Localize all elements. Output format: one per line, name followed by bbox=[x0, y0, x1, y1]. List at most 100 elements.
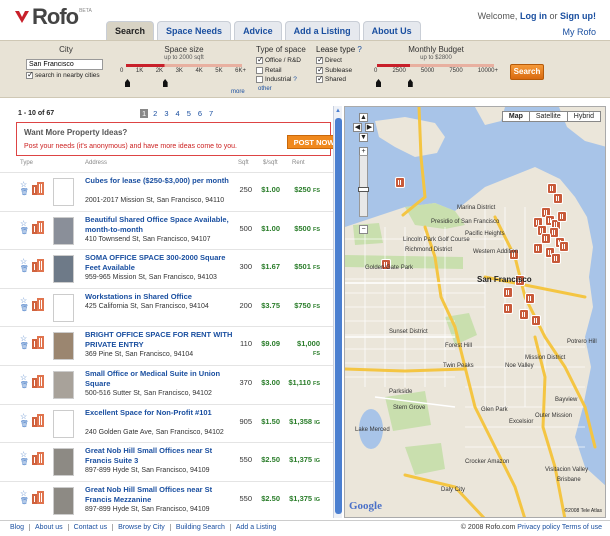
check-box[interactable] bbox=[256, 67, 263, 74]
favorite-star-icon[interactable]: ☆ bbox=[20, 181, 30, 189]
scroll-up-icon[interactable]: ▲ bbox=[334, 107, 342, 115]
other-link[interactable]: other bbox=[258, 86, 272, 92]
trash-icon[interactable]: 🗑 bbox=[20, 343, 30, 351]
type-retail-checkbox[interactable]: Retail bbox=[256, 67, 282, 74]
tab-about-us[interactable]: About Us bbox=[362, 21, 421, 40]
footer-link-building-search[interactable]: Building Search bbox=[176, 524, 231, 531]
tab-space-needs[interactable]: Space Needs bbox=[157, 21, 232, 40]
listing-row[interactable]: ☆ 🗑 Small Office or Medical Suite in Union… bbox=[0, 365, 333, 405]
listing-thumbnail[interactable] bbox=[53, 486, 74, 515]
space-size-min-handle[interactable] bbox=[125, 79, 130, 87]
page-link-6[interactable]: 6 bbox=[196, 109, 204, 118]
results-scrollbar[interactable]: ▲ ▼ bbox=[333, 106, 342, 518]
trash-icon[interactable]: 🗑 bbox=[20, 459, 30, 467]
favorite-star-icon[interactable]: ☆ bbox=[20, 374, 30, 382]
listing-thumbnail[interactable] bbox=[53, 332, 74, 361]
listing-row[interactable]: ☆ 🗑 Cubes for lease ($250-$3,000) per mont… bbox=[0, 172, 333, 212]
trash-icon[interactable]: 🗑 bbox=[20, 382, 30, 390]
pan-up-icon[interactable]: ▲ bbox=[359, 113, 368, 122]
listing-row[interactable]: ☆ 🗑 BRIGHT OFFICE SPACE FOR RENT WITH PRIV… bbox=[0, 326, 333, 366]
pan-down-icon[interactable]: ▼ bbox=[359, 133, 368, 142]
budget-max-handle[interactable] bbox=[407, 79, 413, 87]
listing-title[interactable]: Cubes for lease ($250-$3,000) per month bbox=[85, 176, 235, 186]
listing-title[interactable]: Workstations in Shared Office bbox=[85, 292, 235, 302]
footer-link-blog[interactable]: Blog bbox=[10, 524, 31, 531]
listing-row[interactable]: ☆ 🗑 Workstations in Shared Office 425 Calif… bbox=[0, 287, 333, 328]
signup-link[interactable]: Sign up! bbox=[560, 11, 596, 21]
page-link-3[interactable]: 3 bbox=[162, 109, 170, 118]
check-box[interactable] bbox=[256, 76, 263, 83]
listing-thumbnail[interactable] bbox=[53, 371, 74, 399]
trash-icon[interactable]: 🗑 bbox=[20, 228, 30, 236]
budget-min-handle[interactable] bbox=[376, 79, 381, 87]
listing-thumbnail[interactable] bbox=[53, 216, 74, 245]
scrollbar-thumb[interactable] bbox=[335, 118, 342, 514]
listing-pin-icon[interactable] bbox=[553, 193, 563, 204]
page-link-7[interactable]: 7 bbox=[207, 109, 215, 118]
listing-pin-icon[interactable] bbox=[395, 177, 405, 188]
listing-pin-icon[interactable] bbox=[503, 287, 513, 298]
map-type-map[interactable]: Map bbox=[501, 111, 530, 122]
page-link-2[interactable]: 2 bbox=[151, 109, 159, 118]
listing-row[interactable]: ☆ 🗑 SOMA OFFICE SPACE 300-2000 Square Feet… bbox=[0, 249, 333, 289]
favorite-star-icon[interactable]: ☆ bbox=[20, 219, 30, 228]
listing-row[interactable]: ☆ 🗑 Great Nob Hill Small Offices near St F… bbox=[0, 442, 333, 482]
listing-pin-icon[interactable] bbox=[533, 243, 543, 254]
lease-help-icon[interactable]: ? bbox=[357, 45, 361, 54]
listing-row[interactable]: ☆ 🗑 Excellent Space for Non-Profit #101 240… bbox=[0, 403, 333, 444]
footer-link-add-listing[interactable]: Add a Listing bbox=[236, 524, 281, 531]
search-button[interactable]: Search bbox=[510, 64, 544, 80]
nearby-check-box[interactable] bbox=[26, 70, 34, 79]
listing-row[interactable]: ☆ 🗑 Great Nob Hill Small Offices near St F… bbox=[0, 480, 333, 521]
trash-icon[interactable]: 🗑 bbox=[20, 498, 30, 506]
zoom-slider-thumb[interactable] bbox=[358, 187, 369, 192]
listing-thumbnail[interactable] bbox=[53, 293, 74, 322]
page-link-4[interactable]: 4 bbox=[174, 109, 182, 118]
zoom-out-icon[interactable]: − bbox=[359, 225, 368, 234]
listing-pin-icon[interactable] bbox=[541, 233, 551, 244]
listing-thumbnail[interactable] bbox=[53, 409, 74, 438]
my-rofo-link[interactable]: My Rofo bbox=[562, 27, 596, 37]
more-link[interactable]: more bbox=[231, 89, 245, 95]
terms-link[interactable]: Terms of use bbox=[562, 524, 602, 531]
listing-title[interactable]: Great Nob Hill Small Offices near St Fra… bbox=[85, 485, 235, 505]
listing-thumbnail[interactable] bbox=[53, 178, 74, 206]
map-type-hybrid[interactable]: Hybrid bbox=[566, 111, 601, 122]
listing-title[interactable]: Excellent Space for Non-Profit #101 bbox=[85, 408, 235, 418]
trash-icon[interactable]: 🗑 bbox=[20, 421, 30, 429]
lease-shared-checkbox[interactable]: Shared bbox=[316, 74, 346, 83]
privacy-link[interactable]: Privacy policy bbox=[517, 524, 560, 531]
listing-pin-icon[interactable] bbox=[551, 253, 561, 264]
trash-icon[interactable]: 🗑 bbox=[20, 266, 30, 274]
scroll-down-icon[interactable]: ▼ bbox=[334, 509, 342, 517]
listing-pin-icon[interactable] bbox=[525, 293, 535, 304]
rofo-logo[interactable]: Rofo BETA bbox=[14, 6, 92, 28]
listing-title[interactable]: SOMA OFFICE SPACE 300-2000 Square Feet A… bbox=[85, 253, 235, 273]
type-office-checkbox[interactable]: Office / R&D bbox=[256, 55, 301, 64]
trash-icon[interactable]: 🗑 bbox=[20, 189, 30, 197]
check-box[interactable] bbox=[316, 55, 324, 64]
pan-right-icon[interactable]: ▶ bbox=[365, 123, 374, 132]
type-help-icon[interactable]: ? bbox=[293, 76, 297, 83]
listing-pin-icon[interactable] bbox=[503, 303, 513, 314]
page-link-1[interactable]: 1 bbox=[140, 109, 149, 118]
listing-pin-icon[interactable] bbox=[557, 211, 567, 222]
tab-advice[interactable]: Advice bbox=[234, 21, 282, 40]
listing-pin-icon[interactable] bbox=[559, 241, 569, 252]
tab-search[interactable]: Search bbox=[106, 21, 155, 40]
footer-link-contact[interactable]: Contact us bbox=[74, 524, 114, 531]
budget-slider-track[interactable] bbox=[377, 64, 494, 67]
listing-pin-icon[interactable] bbox=[531, 315, 541, 326]
listing-row[interactable]: ☆ 🗑 Beautiful Shared Office Space Availabl… bbox=[0, 210, 333, 251]
trash-icon[interactable]: 🗑 bbox=[20, 305, 30, 313]
zoom-slider-track[interactable] bbox=[359, 155, 368, 217]
favorite-star-icon[interactable]: ☆ bbox=[20, 412, 30, 421]
check-box[interactable] bbox=[256, 55, 264, 64]
space-size-max-handle[interactable] bbox=[162, 79, 168, 87]
page-link-5[interactable]: 5 bbox=[185, 109, 193, 118]
lease-direct-checkbox[interactable]: Direct bbox=[316, 55, 342, 64]
map-type-satellite[interactable]: Satellite bbox=[528, 111, 568, 122]
listing-pin-icon[interactable] bbox=[519, 309, 529, 320]
pan-left-icon[interactable]: ◀ bbox=[353, 123, 362, 132]
listing-thumbnail[interactable] bbox=[53, 448, 74, 477]
